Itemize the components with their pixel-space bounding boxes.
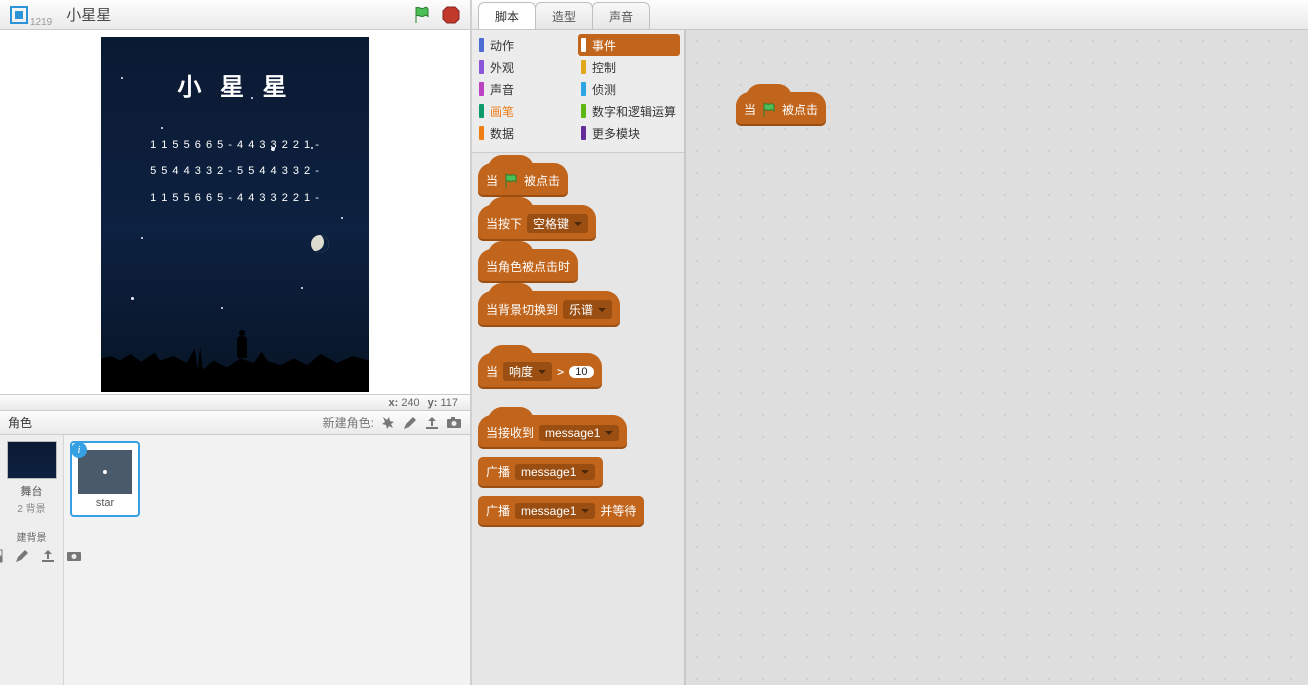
backdrop-dropdown[interactable]: 乐谱 bbox=[563, 300, 612, 319]
sprite-list: i star bbox=[64, 435, 470, 685]
stage-wrap: 小 星 星 1 1 5 5 6 6 5 - 4 4 3 3 2 2 1 - 5 … bbox=[0, 30, 470, 395]
script-canvas[interactable]: 当 被点击 bbox=[686, 30, 1308, 685]
upload-backdrop-icon[interactable] bbox=[40, 548, 56, 564]
stage-thumbnail[interactable] bbox=[7, 441, 57, 479]
green-flag-icon[interactable] bbox=[412, 5, 432, 25]
project-title[interactable]: 小星星 bbox=[66, 4, 111, 25]
stage-thumb-sub: 2 背景 bbox=[17, 500, 45, 515]
block-when-loudness[interactable]: 当 响度 > 10 bbox=[478, 353, 602, 387]
choose-backdrop-icon[interactable] bbox=[0, 548, 4, 564]
person-silhouette bbox=[237, 336, 247, 358]
category-looks[interactable]: 外观 bbox=[476, 56, 578, 78]
block-when-key-pressed[interactable]: 当按下 空格键 bbox=[478, 205, 596, 239]
block-broadcast-wait[interactable]: 广播 message1 并等待 bbox=[478, 496, 644, 525]
mouse-coords: x:240 y:117 bbox=[0, 395, 470, 411]
upload-sprite-icon[interactable] bbox=[424, 415, 440, 431]
tab-sounds[interactable]: 声音 bbox=[592, 2, 650, 29]
paint-sprite-icon[interactable] bbox=[402, 415, 418, 431]
category-sound[interactable]: 声音 bbox=[476, 78, 578, 100]
category-more[interactable]: 更多模块 bbox=[578, 122, 680, 144]
placed-block-when-flag[interactable]: 当 被点击 bbox=[736, 92, 826, 124]
tab-scripts[interactable]: 脚本 bbox=[478, 2, 536, 29]
block-when-backdrop-switches[interactable]: 当背景切换到 乐谱 bbox=[478, 291, 620, 325]
block-when-sprite-clicked[interactable]: 当角色被点击时 bbox=[478, 249, 578, 281]
stage-thumb-label: 舞台 bbox=[21, 483, 43, 499]
stage-canvas[interactable]: 小 星 星 1 1 5 5 6 6 5 - 4 4 3 3 2 2 1 - 5 … bbox=[101, 37, 369, 392]
new-sprite-label: 新建角色: bbox=[323, 414, 374, 431]
sprite-thumbnail-star[interactable]: i star bbox=[70, 441, 140, 517]
broadcast-dropdown[interactable]: message1 bbox=[515, 464, 595, 480]
new-backdrop-label: 建背景 bbox=[17, 529, 47, 544]
category-sensing[interactable]: 侦测 bbox=[578, 78, 680, 100]
tree-silhouette bbox=[101, 336, 369, 392]
project-id: 1219 bbox=[30, 17, 52, 28]
choose-sprite-icon[interactable] bbox=[380, 415, 396, 431]
loudness-input[interactable]: 10 bbox=[569, 366, 593, 378]
sprite-info-icon[interactable]: i bbox=[71, 442, 87, 458]
category-motion[interactable]: 动作 bbox=[476, 34, 578, 56]
sprite-area: 舞台 2 背景 建背景 i star bbox=[0, 435, 470, 685]
work-area: 动作 事件 外观 控制 声音 侦测 画笔 数字和逻辑运算 数据 更多模块 当 被… bbox=[472, 30, 1308, 685]
stage-thumb-column: 舞台 2 背景 建背景 bbox=[0, 435, 64, 685]
loudness-dropdown[interactable]: 响度 bbox=[503, 362, 552, 381]
category-data[interactable]: 数据 bbox=[476, 122, 578, 144]
block-broadcast[interactable]: 广播 message1 bbox=[478, 457, 603, 486]
block-palette: 动作 事件 外观 控制 声音 侦测 画笔 数字和逻辑运算 数据 更多模块 当 被… bbox=[472, 30, 686, 685]
block-when-flag-clicked[interactable]: 当 被点击 bbox=[478, 163, 568, 195]
camera-sprite-icon[interactable] bbox=[446, 415, 462, 431]
left-pane: 1219 小星星 小 星 星 1 1 5 5 6 6 5 - 4 4 3 3 2… bbox=[0, 0, 472, 685]
sprite-name: star bbox=[96, 497, 114, 509]
flag-icon bbox=[503, 173, 519, 189]
backdrop-notes: 1 1 5 5 6 6 5 - 4 4 3 3 2 2 1 - 5 5 4 4 … bbox=[101, 132, 369, 211]
message-dropdown[interactable]: message1 bbox=[539, 425, 619, 441]
tab-costumes[interactable]: 造型 bbox=[535, 2, 593, 29]
flag-icon bbox=[761, 102, 777, 118]
broadcast-wait-dropdown[interactable]: message1 bbox=[515, 503, 595, 519]
sprite-header: 角色 新建角色: bbox=[0, 411, 470, 435]
right-pane: 脚本 造型 声音 动作 事件 外观 控制 声音 侦测 画笔 数字和逻辑运算 数据… bbox=[472, 0, 1308, 685]
stop-icon[interactable] bbox=[442, 6, 460, 24]
category-events[interactable]: 事件 bbox=[578, 34, 680, 56]
block-list: 当 被点击 当按下 空格键 当角色被点击时 当背景切换到 乐谱 bbox=[472, 153, 684, 685]
category-operators[interactable]: 数字和逻辑运算 bbox=[578, 100, 680, 122]
category-control[interactable]: 控制 bbox=[578, 56, 680, 78]
tab-bar: 脚本 造型 声音 bbox=[472, 0, 1308, 30]
key-dropdown[interactable]: 空格键 bbox=[527, 214, 588, 233]
paint-backdrop-icon[interactable] bbox=[14, 548, 30, 564]
stage-header: 1219 小星星 bbox=[0, 0, 470, 30]
block-when-receive[interactable]: 当接收到 message1 bbox=[478, 415, 627, 447]
moon-graphic bbox=[311, 235, 329, 253]
fullscreen-icon[interactable] bbox=[10, 6, 28, 24]
sprite-panel-label: 角色 bbox=[8, 414, 32, 431]
category-grid: 动作 事件 外观 控制 声音 侦测 画笔 数字和逻辑运算 数据 更多模块 bbox=[472, 30, 684, 153]
category-pen[interactable]: 画笔 bbox=[476, 100, 578, 122]
backdrop-title: 小 星 星 bbox=[101, 67, 369, 102]
